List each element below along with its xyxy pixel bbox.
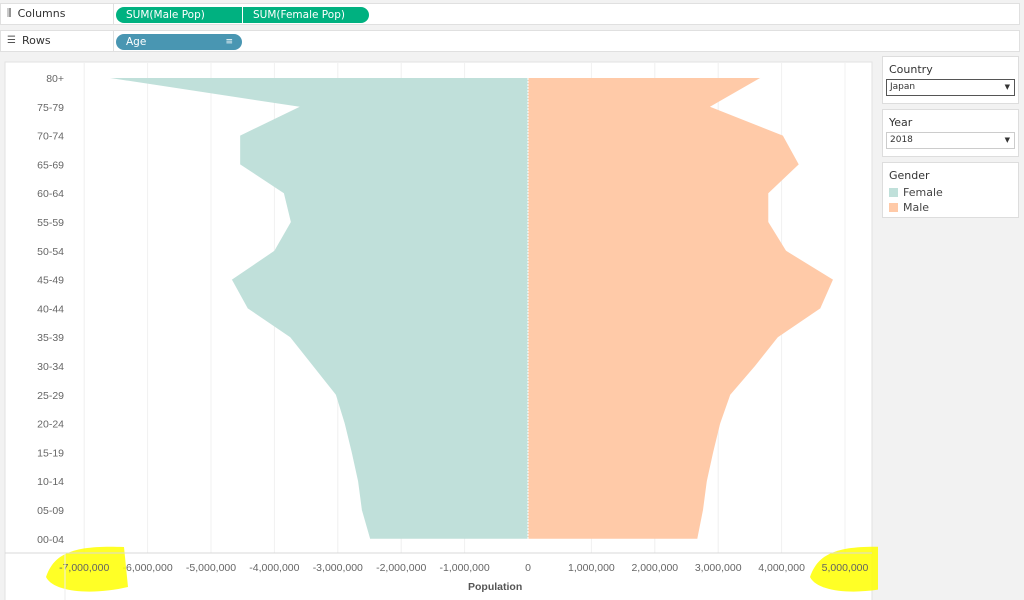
x-tick-label: 3,000,000 — [695, 562, 742, 574]
y-tick-label: 55-59 — [37, 217, 64, 229]
x-tick-label: 0 — [525, 562, 531, 574]
x-tick-label: -5,000,000 — [186, 562, 236, 574]
legend-title: Gender — [889, 169, 930, 182]
y-tick-label: 80+ — [46, 73, 64, 85]
y-tick-label: 10-14 — [37, 476, 64, 488]
columns-shelf: ⫼ Columns SUM(Male Pop) SUM(Female Pop) — [0, 3, 1020, 25]
y-tick-label: 60-64 — [37, 188, 64, 200]
male-swatch — [889, 203, 898, 212]
x-tick-label: -3,000,000 — [313, 562, 363, 574]
x-tick-label: 2,000,000 — [631, 562, 678, 574]
chevron-down-icon: ▼ — [1004, 83, 1010, 91]
rows-icon: ☰ — [7, 35, 16, 46]
y-tick-label: 15-19 — [37, 447, 64, 459]
y-tick-label: 00-04 — [37, 534, 64, 546]
x-tick-label: -1,000,000 — [439, 562, 489, 574]
country-filter-title: Country — [889, 63, 933, 76]
x-tick-label: 4,000,000 — [758, 562, 805, 574]
gender-legend: Gender Female Male — [882, 162, 1019, 218]
rows-label: Rows — [21, 34, 51, 47]
legend-item-female[interactable]: Female — [883, 185, 1018, 200]
columns-label: Columns — [17, 7, 66, 20]
y-tick-label: 45-49 — [37, 275, 64, 287]
y-tick-label: 30-34 — [37, 361, 64, 373]
pill-age-label: Age — [126, 36, 147, 48]
country-value: Japan — [890, 82, 916, 92]
y-tick-label: 20-24 — [37, 419, 64, 431]
x-axis-title: Population — [468, 581, 522, 593]
sort-icon[interactable]: ≡ — [225, 34, 233, 50]
x-tick-label: 1,000,000 — [568, 562, 615, 574]
country-dropdown[interactable]: Japan ▼ — [886, 79, 1015, 96]
y-tick-label: 25-29 — [37, 390, 64, 402]
pill-age[interactable]: Age ≡ — [116, 34, 242, 50]
legend-label: Female — [903, 186, 943, 199]
rows-shelf: ☰ Rows Age ≡ — [0, 30, 1020, 52]
year-dropdown[interactable]: 2018 ▼ — [886, 132, 1015, 149]
x-tick-label: -6,000,000 — [122, 562, 172, 574]
y-tick-label: 70-74 — [37, 131, 64, 143]
year-filter: Year 2018 ▼ — [882, 109, 1019, 157]
chevron-down-icon: ▼ — [1004, 136, 1010, 144]
legend-item-male[interactable]: Male — [883, 200, 1018, 215]
y-tick-label: 50-54 — [37, 246, 64, 258]
x-tick-label-highlighted: 5,000,000 — [822, 562, 869, 574]
legend-label: Male — [903, 201, 930, 214]
pill-female-pop[interactable]: SUM(Female Pop) — [243, 7, 369, 23]
x-tick-label: -2,000,000 — [376, 562, 426, 574]
y-tick-label: 65-69 — [37, 159, 64, 171]
country-filter: Country Japan ▼ — [882, 56, 1019, 104]
year-value: 2018 — [890, 135, 913, 145]
y-tick-label: 05-09 — [37, 505, 64, 517]
y-tick-label: 35-39 — [37, 332, 64, 344]
pill-male-pop[interactable]: SUM(Male Pop) — [116, 7, 242, 23]
population-pyramid-chart: -7,000,000 -6,000,000 -5,000,000 -4,000,000… — [4, 61, 878, 600]
x-tick-label-highlighted: -7,000,000 — [59, 562, 109, 574]
year-filter-title: Year — [889, 116, 913, 129]
columns-icon: ⫼ — [7, 8, 12, 19]
female-swatch — [889, 188, 898, 197]
x-tick-label: -4,000,000 — [249, 562, 299, 574]
y-tick-label: 40-44 — [37, 303, 64, 315]
y-tick-label: 75-79 — [37, 102, 64, 114]
